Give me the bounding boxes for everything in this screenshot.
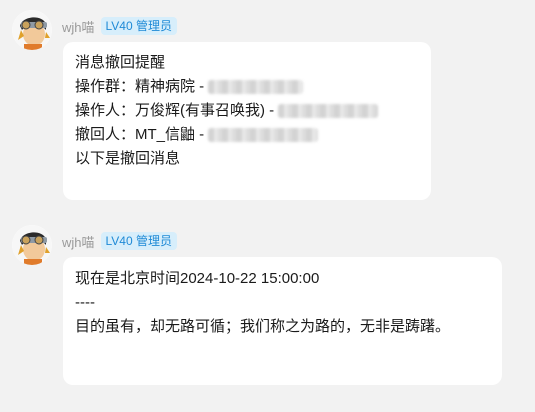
message-line: 操作群：精神病院 - — [75, 75, 419, 99]
role-badge: LV40 管理员 — [100, 232, 177, 250]
cartoon-avatar-icon — [12, 225, 52, 265]
message-line: 目的虽有，却无路可循；我们称之为路的，无非是踌躇。 — [75, 318, 451, 335]
redacted-text — [278, 104, 379, 118]
message-line: 消息撤回提醒 — [75, 54, 166, 71]
message-header: wjh喵 LV40 管理员 — [62, 231, 177, 251]
redacted-text — [208, 128, 319, 142]
message-header: wjh喵 LV40 管理员 — [62, 16, 177, 36]
message-line: ---- — [75, 294, 95, 311]
redacted-text — [208, 80, 304, 94]
message-line: 以下是撤回消息 — [75, 150, 181, 167]
message-bubble[interactable]: 现在是北京时间2024-10-22 15:00:00 ---- 目的虽有，却无路… — [63, 257, 502, 385]
message-bubble[interactable]: 消息撤回提醒 操作群：精神病院 - 操作人：万俊辉(有事召唤我) - 撤回人：M… — [63, 42, 431, 200]
avatar[interactable] — [12, 10, 52, 50]
message-line: 现在是北京时间2024-10-22 15:00:00 — [75, 270, 320, 287]
message-line: 撤回人：MT_信鼬 - — [75, 123, 419, 147]
cartoon-avatar-icon — [12, 10, 52, 50]
sender-name[interactable]: wjh喵 — [62, 232, 95, 251]
message-line: 操作人：万俊辉(有事召唤我) - — [75, 99, 419, 123]
role-badge: LV40 管理员 — [100, 17, 177, 35]
sender-name[interactable]: wjh喵 — [62, 17, 95, 36]
avatar[interactable] — [12, 225, 52, 265]
